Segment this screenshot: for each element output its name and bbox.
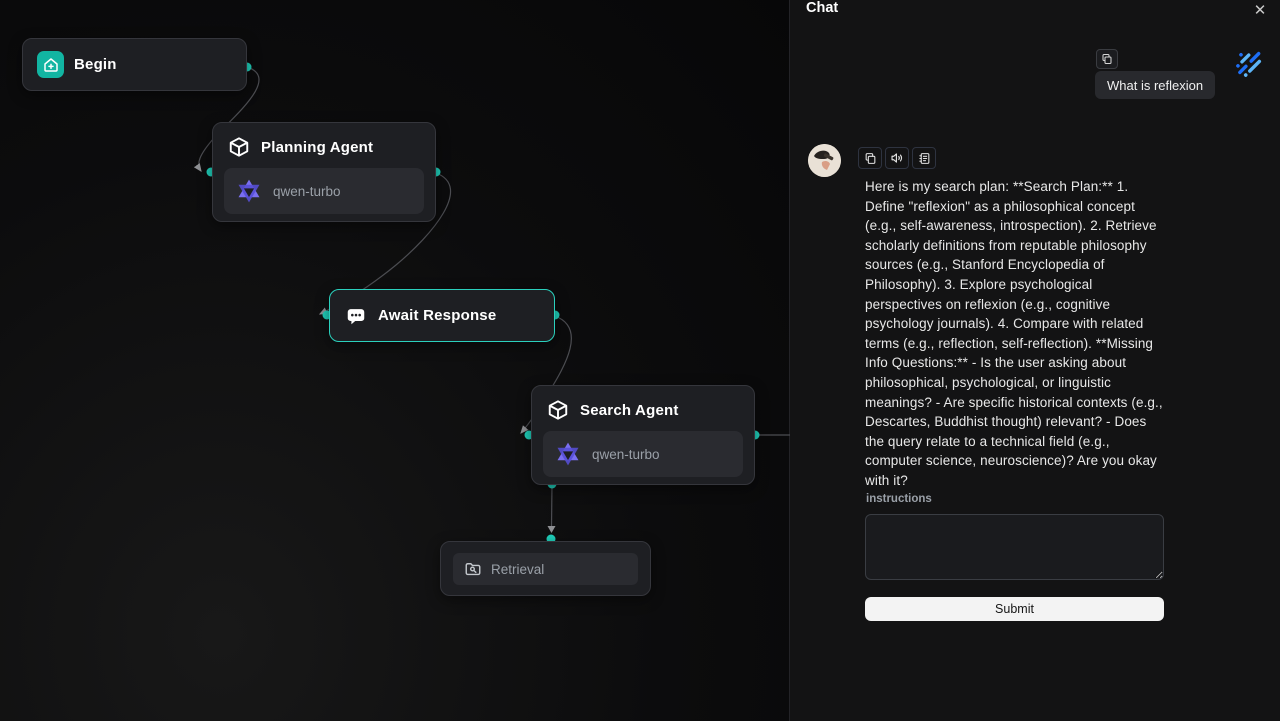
user-message-text: What is reflexion [1107,77,1204,93]
instructions-label: instructions [866,493,932,505]
node-title: Planning Agent [261,138,374,156]
folder-search-icon [463,560,482,579]
node-title: Retrieval [491,561,545,577]
model-name: qwen-turbo [273,183,341,199]
retrieval-chip[interactable]: Retrieval [453,553,638,585]
copy-icon[interactable] [858,147,882,169]
workflow-canvas[interactable]: Begin Planning Agent qwen-turbo Await Re… [0,0,790,721]
cube-icon [546,398,570,422]
model-chip[interactable]: qwen-turbo [224,168,424,214]
close-icon[interactable]: ✕ [1251,2,1269,20]
log-icon[interactable] [912,147,936,169]
qwen-logo-icon [557,442,579,466]
node-title: Begin [74,56,117,73]
model-name: qwen-turbo [592,446,660,462]
agent-flow-app: Begin Planning Agent qwen-turbo Await Re… [0,0,1280,721]
chat-panel: Chat ✕ What is reflexion Here is my sear… [790,0,1280,721]
home-plus-icon [37,51,64,78]
assistant-message-text: Here is my search plan: **Search Plan:**… [865,179,1167,488]
edges-layer [193,62,790,544]
user-message-bubble: What is reflexion [1095,71,1216,99]
copy-icon[interactable] [1096,49,1118,69]
node-planning-agent[interactable]: Planning Agent qwen-turbo [212,122,436,222]
instructions-textarea[interactable] [865,514,1164,580]
node-await-response[interactable]: Await Response [329,289,555,342]
node-begin[interactable]: Begin [22,38,247,91]
speaker-icon[interactable] [885,147,909,169]
edge-search-retrieval [550,484,553,527]
user-avatar-logo [1236,51,1262,77]
message-dots-icon [344,304,368,328]
submit-button[interactable]: Submit [865,597,1164,621]
node-search-agent[interactable]: Search Agent qwen-turbo [531,385,755,485]
cube-icon [227,135,251,159]
qwen-logo-icon [238,179,260,203]
node-title: Search Agent [580,401,679,419]
assistant-message-toolbar [858,147,936,169]
node-title: Await Response [378,307,497,324]
assistant-avatar [808,144,841,177]
chat-panel-title: Chat [806,0,839,16]
model-chip[interactable]: qwen-turbo [543,431,743,477]
node-retrieval[interactable]: Retrieval [440,541,651,596]
